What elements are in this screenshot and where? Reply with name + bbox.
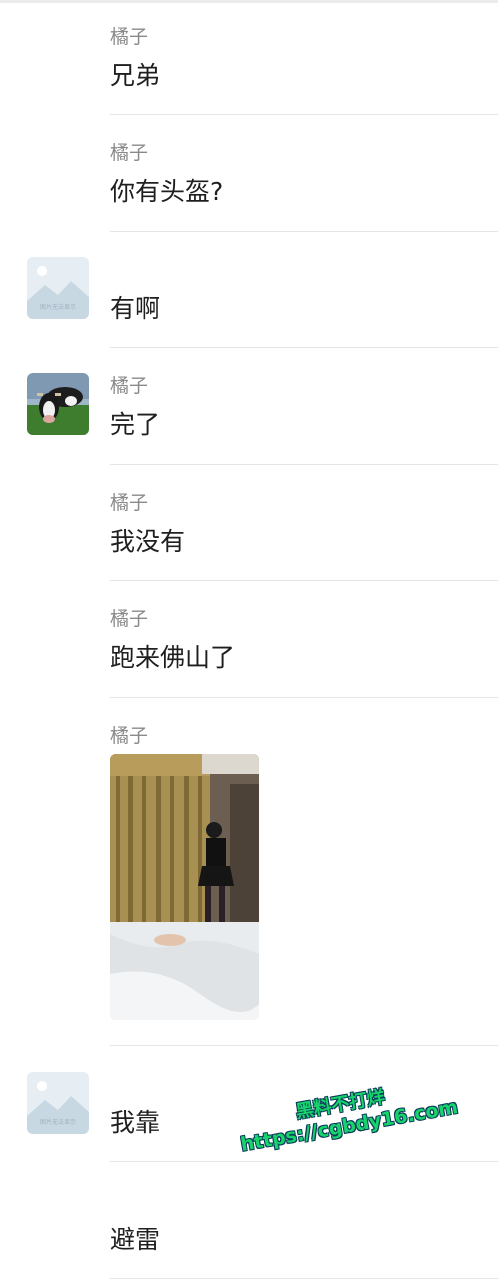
message-text[interactable]: 兄弟 <box>110 56 160 92</box>
message-divider <box>110 114 498 115</box>
sender-name: 橘子 <box>110 375 149 397</box>
sender-name: 橘子 <box>110 608 149 630</box>
sender-name: 橘子 <box>110 725 149 747</box>
message-divider <box>110 1161 498 1162</box>
sender-name: 橘子 <box>110 492 149 514</box>
image-placeholder-icon[interactable]: 图片无法显示 <box>27 1072 89 1134</box>
message-text[interactable]: 你有头盔? <box>110 172 223 208</box>
message-divider <box>110 1045 498 1046</box>
message-divider <box>110 231 498 232</box>
cow-avatar-icon[interactable] <box>27 373 89 435</box>
message-divider <box>110 697 498 698</box>
message-text[interactable]: 完了 <box>110 405 160 441</box>
message-text[interactable]: 我没有 <box>110 522 185 558</box>
watermark: 黑料不打烊 https://cgbdy16.com <box>234 1072 460 1168</box>
message-text[interactable]: 我靠 <box>110 1103 160 1139</box>
message-text[interactable]: 有啊 <box>110 289 160 325</box>
message-text[interactable]: 跑来佛山了 <box>110 638 235 674</box>
chat-screen: 橘子 兄弟 橘子 你有头盔? 图片无法显示 有啊 橘子 完了 橘子 我没有 橘子… <box>0 0 498 1280</box>
message-divider <box>110 1278 498 1279</box>
message-divider <box>110 347 498 348</box>
image-placeholder-icon[interactable]: 图片无法显示 <box>27 257 89 319</box>
placeholder-caption: 图片无法显示 <box>40 303 76 311</box>
sender-name: 橘子 <box>110 26 149 48</box>
sender-name: 橘子 <box>110 142 149 164</box>
placeholder-caption: 图片无法显示 <box>40 1118 76 1126</box>
message-divider <box>110 464 498 465</box>
message-text[interactable]: 避雷 <box>110 1220 160 1256</box>
top-divider <box>0 0 498 3</box>
message-divider <box>110 580 498 581</box>
photo-of-room[interactable] <box>110 754 259 1020</box>
